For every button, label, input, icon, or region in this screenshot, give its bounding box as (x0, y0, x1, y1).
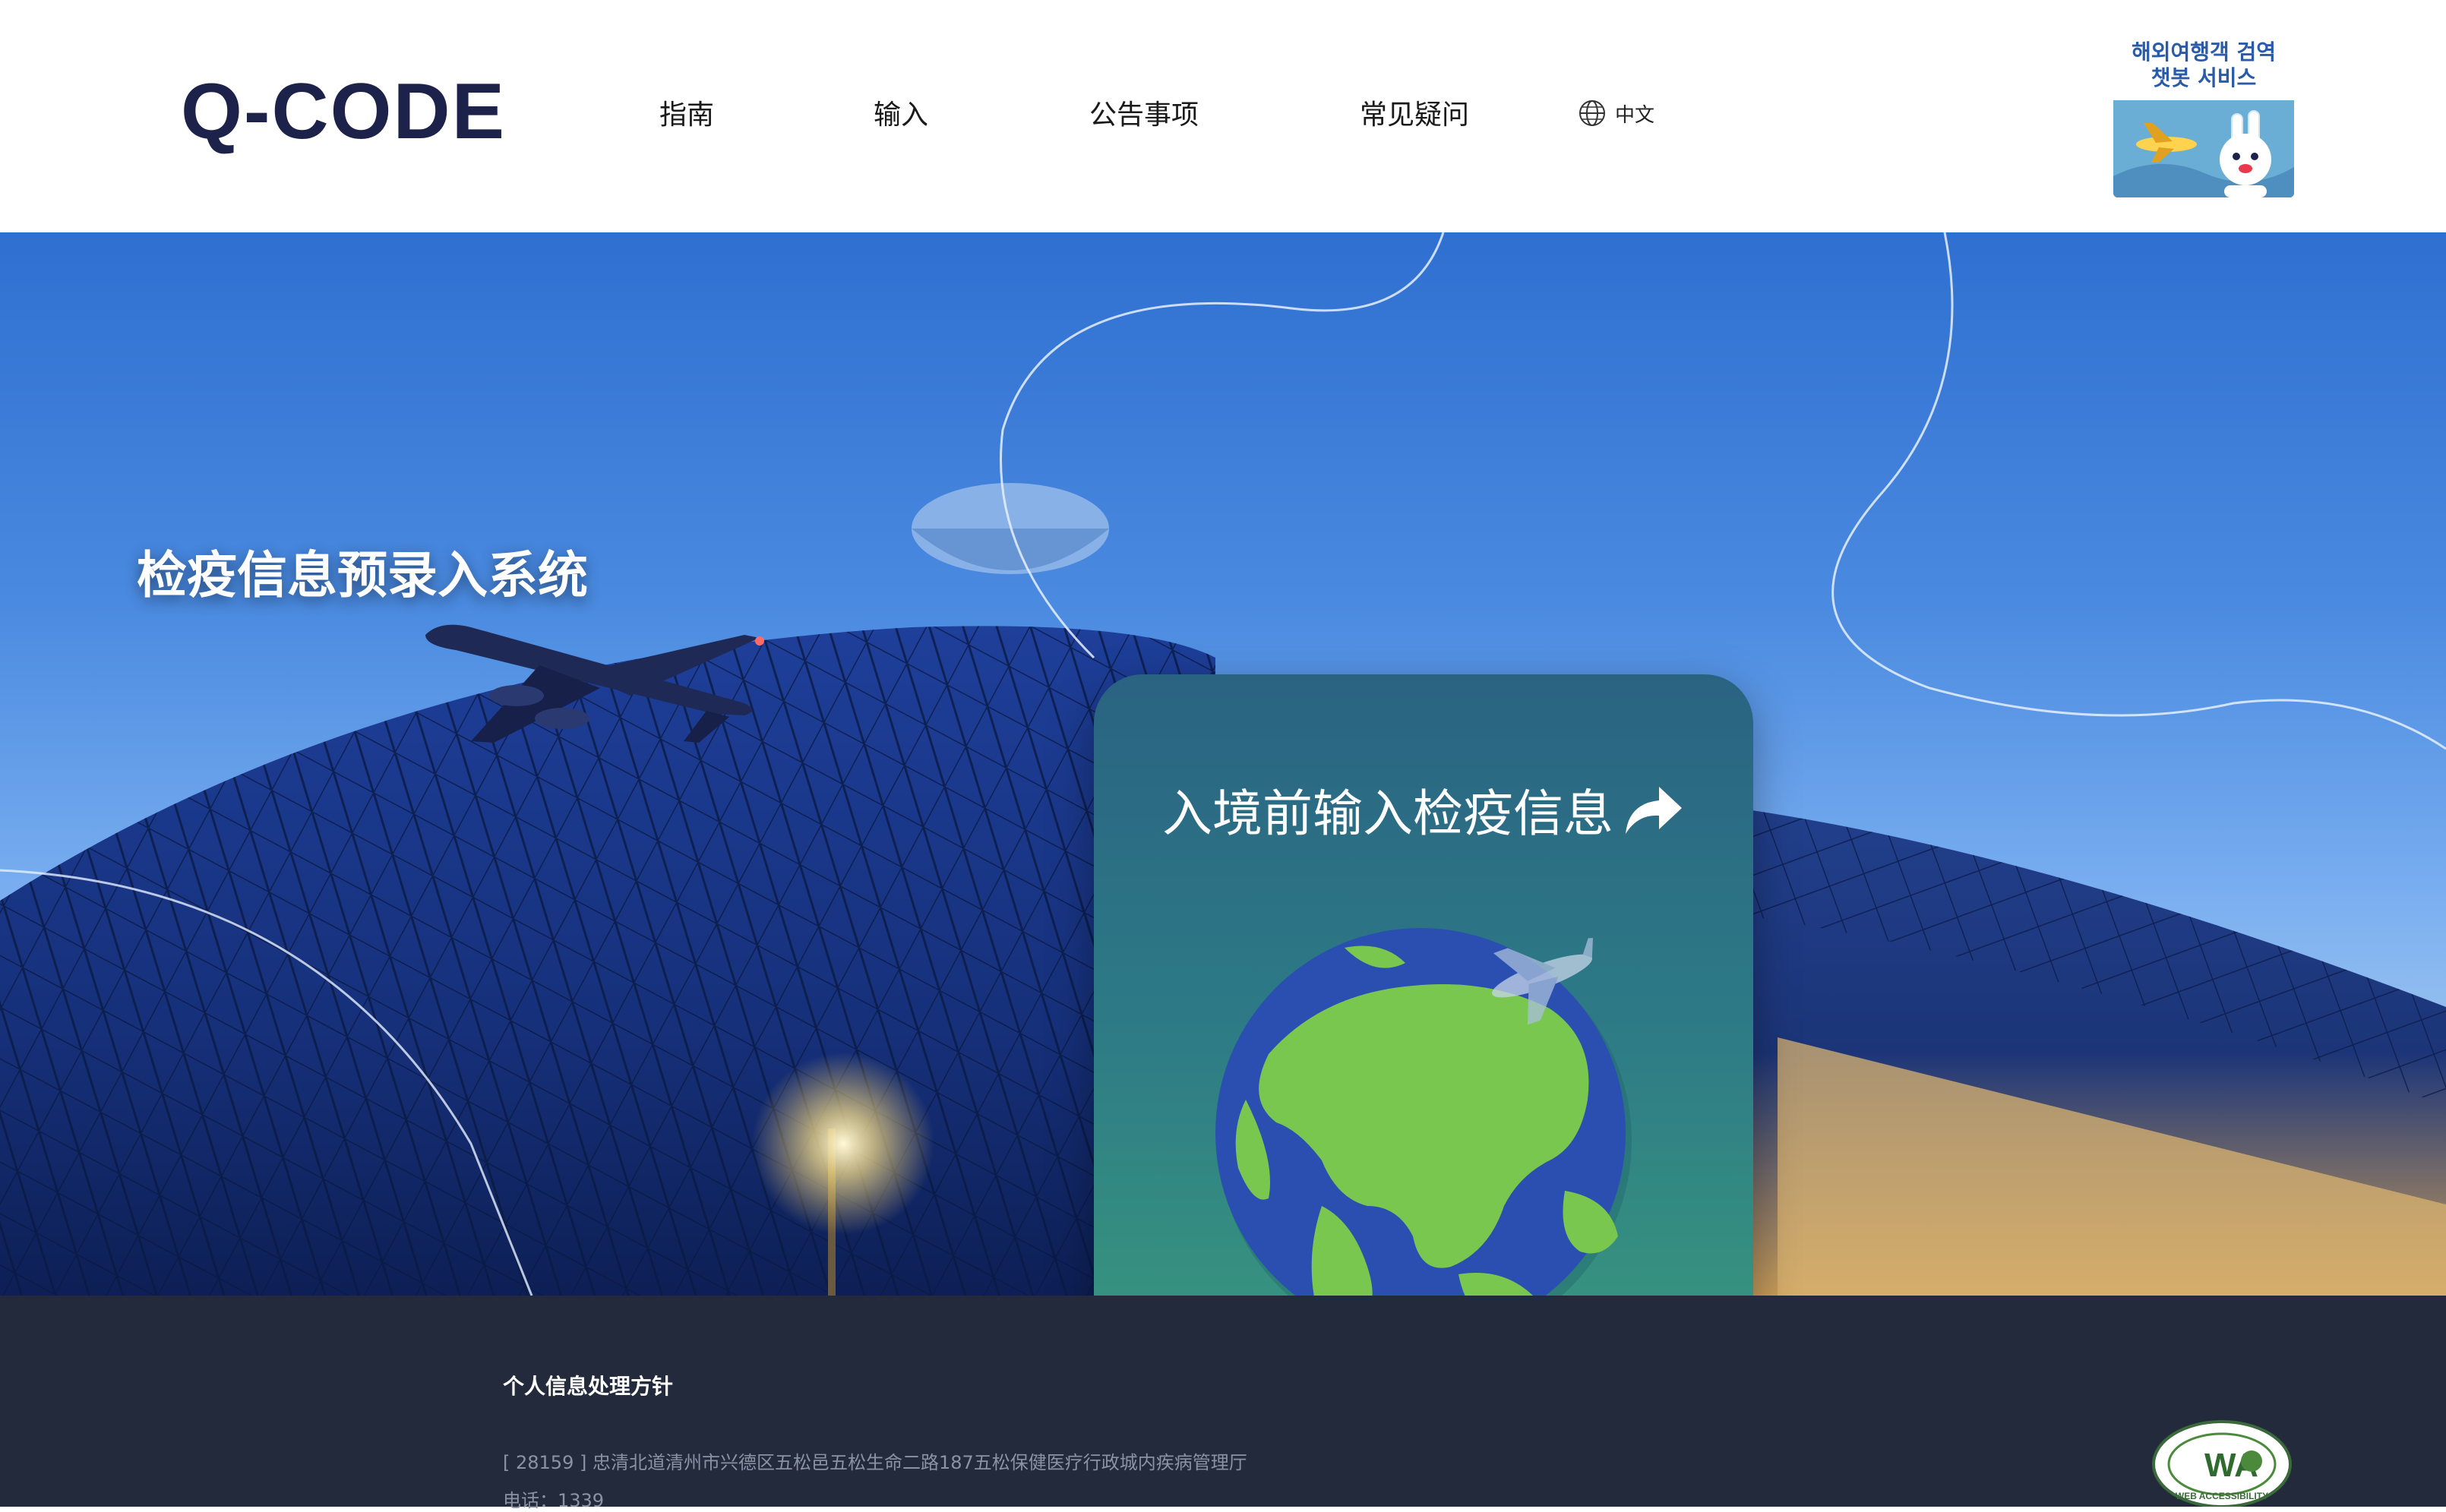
site-footer: 个人信息处理方针 [ 28159 ] 忠清北道清州市兴德区五松邑五松生命二路18… (0, 1296, 2446, 1511)
earth-illustration (1215, 928, 1632, 1296)
site-header: Q-CODE 指南 输入 公告事项 常见疑问 中文 해외여행객 검역 챗봇 서비… (0, 0, 2446, 232)
hero-banner: 检疫信息预录入系统 入境前输入检疫信息 (0, 232, 2446, 1296)
nav-guide[interactable]: 指南 (659, 90, 714, 135)
qcode-logo[interactable]: Q-CODE (181, 68, 506, 156)
web-accessibility-badge[interactable]: WA WEB ACCESSIBILITY (2151, 1411, 2293, 1507)
nav-input[interactable]: 输入 (874, 90, 928, 135)
chatbot-line-2: 챗봇 서비스 (2151, 65, 2257, 90)
chatbot-text: 해외여행객 검역 챗봇 서비스 (2113, 36, 2294, 91)
pre-entry-input-card[interactable]: 入境前输入检疫信息 (1094, 674, 1753, 1296)
footer-address: [ 28159 ] 忠清北道清州市兴德区五松邑五松生命二路187五松保健医疗行政… (503, 1452, 1247, 1473)
chatbot-line-1: 해외여행객 검역 (2131, 39, 2277, 65)
nav-faq[interactable]: 常见疑问 (1360, 90, 1469, 135)
logo-text: Q-CODE (181, 67, 506, 156)
globe-icon (1579, 100, 1605, 126)
chatbot-illustration (2113, 100, 2294, 197)
language-label: 中文 (1615, 103, 1655, 127)
privacy-policy-link[interactable]: 个人信息处理方针 (503, 1370, 673, 1400)
hero-title: 检疫信息预录入系统 (137, 546, 588, 604)
nav-notices[interactable]: 公告事项 (1089, 90, 1199, 135)
wa-badge-text: WEB ACCESSIBILITY (2176, 1491, 2268, 1501)
footer-phone: 电话：1339 (503, 1490, 605, 1511)
language-selector[interactable]: 中文 (1577, 96, 1654, 131)
chatbot-service-banner[interactable]: 해외여행객 검역 챗봇 서비스 (2113, 36, 2294, 197)
